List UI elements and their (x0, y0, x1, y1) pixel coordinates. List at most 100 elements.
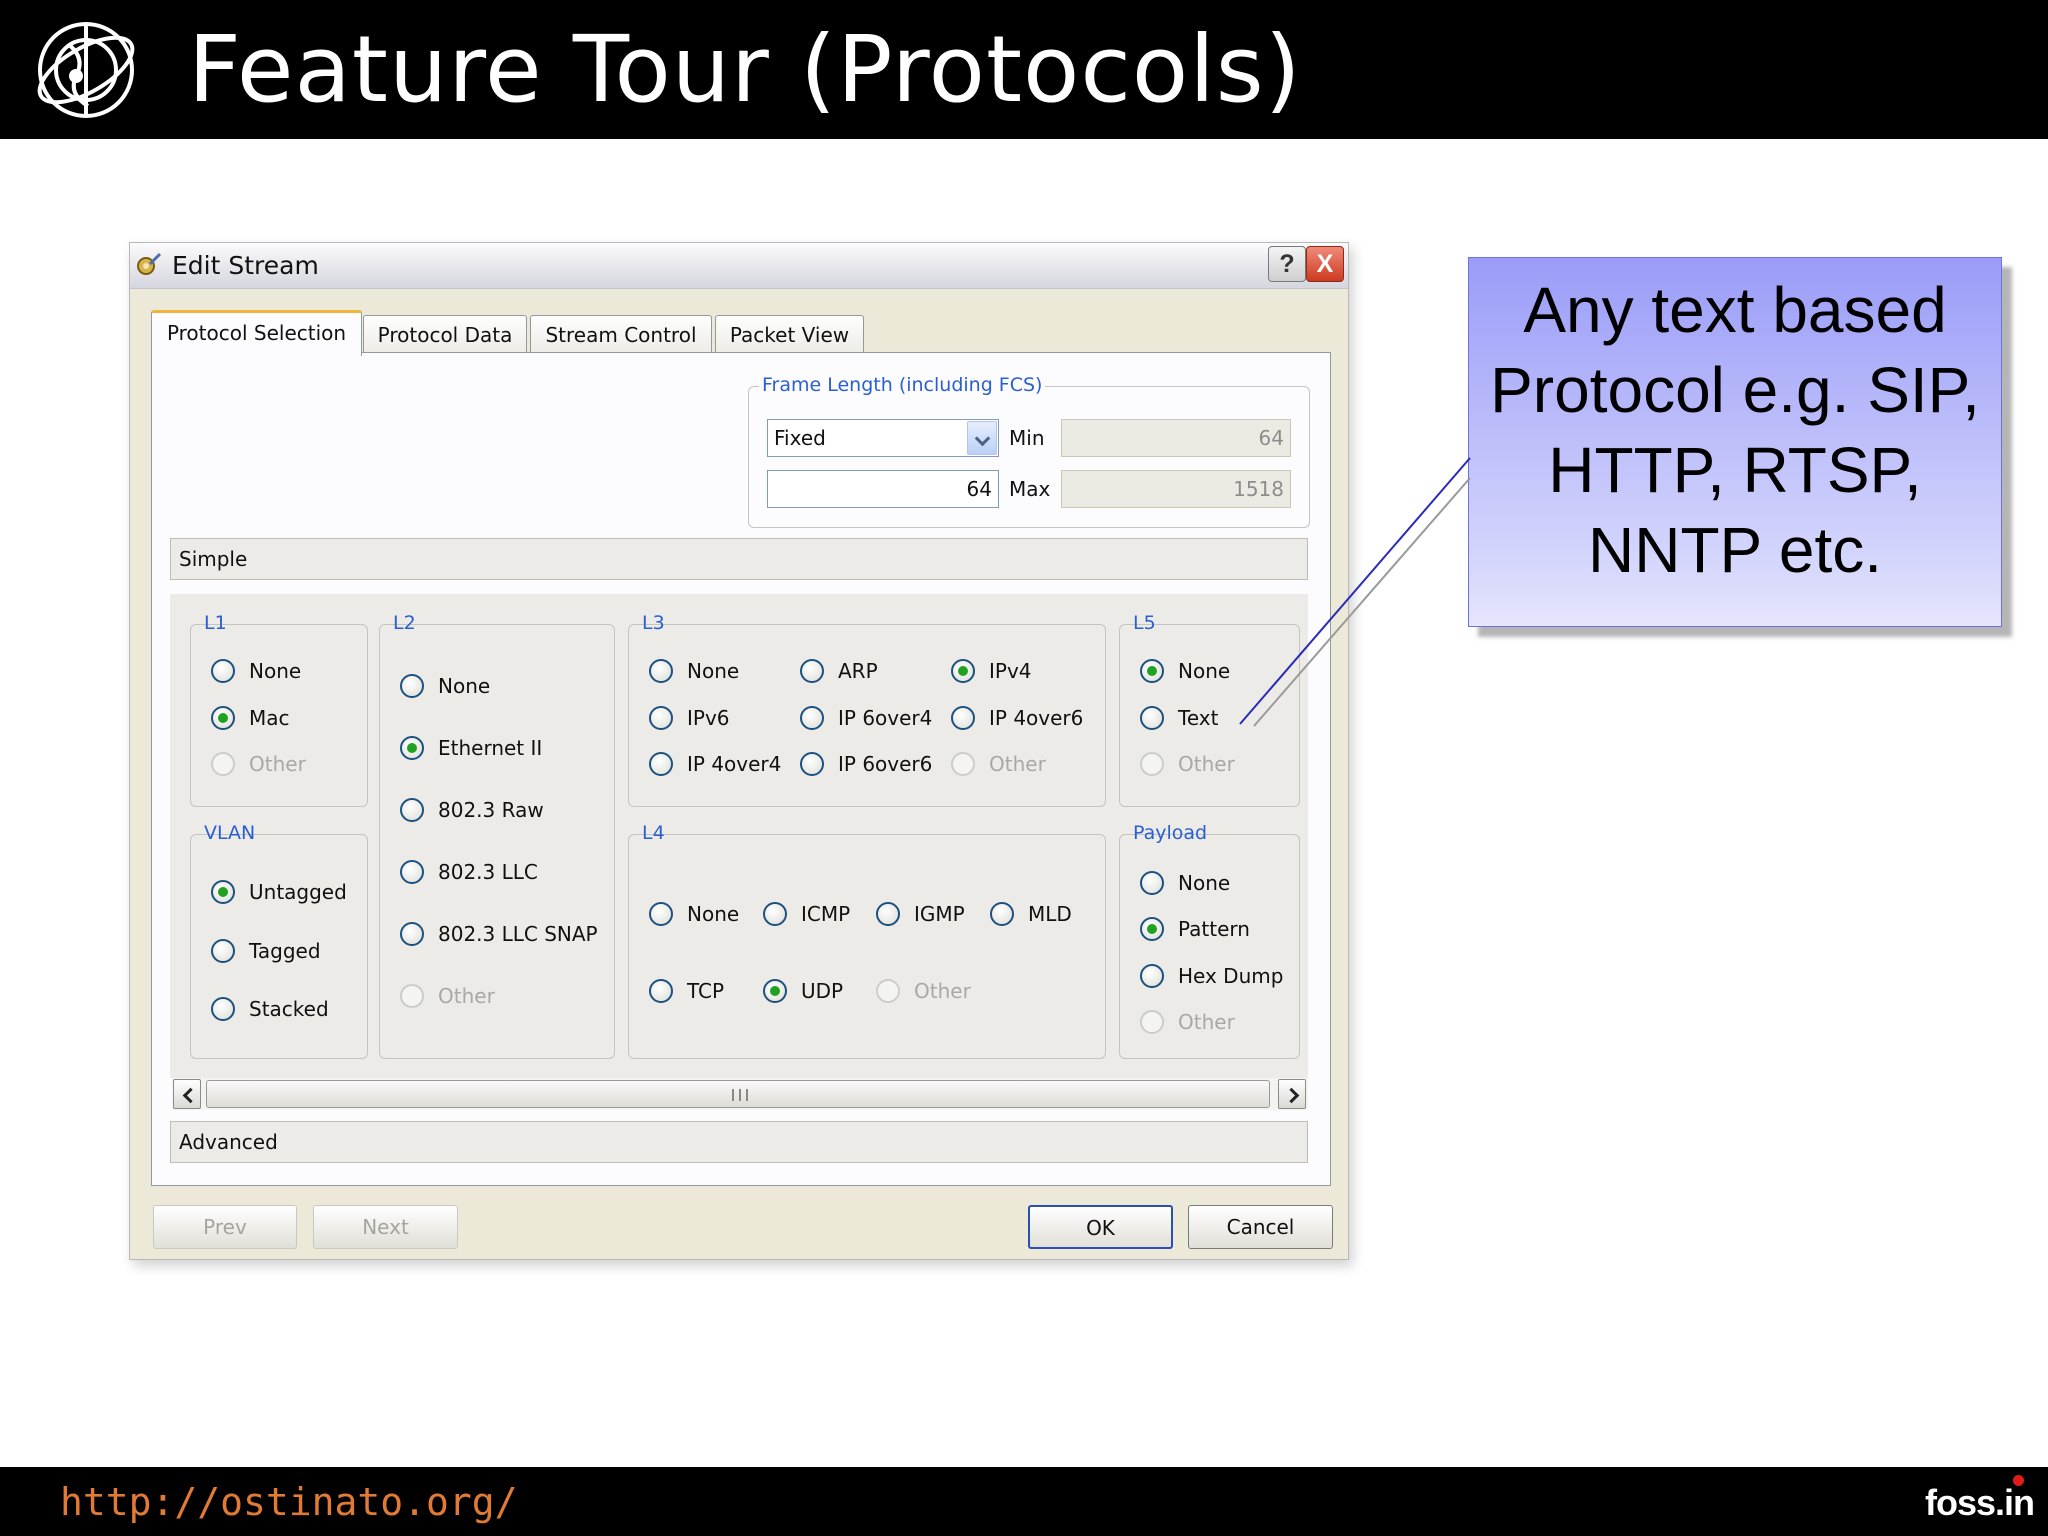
arrow-left-icon[interactable] (173, 1079, 201, 1109)
horizontal-scrollbar[interactable] (172, 1078, 1308, 1110)
l1-label: L1 (204, 612, 227, 634)
callout-line-4: NNTP etc. (1588, 514, 1882, 586)
radio-circle (1140, 964, 1164, 988)
radio-circle (211, 659, 235, 683)
l2-802-3-llc-snap-radio[interactable]: 802.3 LLC SNAP (400, 922, 598, 946)
slide-footer: http://ostinato.org/ foss.in (0, 1467, 2048, 1536)
radio-circle (1140, 752, 1164, 776)
radio-label: UDP (801, 979, 844, 1003)
vlan-stacked-radio[interactable]: Stacked (211, 997, 329, 1021)
tab-protocol-data[interactable]: Protocol Data (363, 315, 527, 355)
l3-none-radio[interactable]: None (649, 659, 739, 683)
radio-circle (400, 922, 424, 946)
arrow-right-icon[interactable] (1278, 1079, 1306, 1109)
frame-length-mode-value: Fixed (774, 426, 826, 450)
payload-other-radio: Other (1140, 1010, 1235, 1034)
radio-circle (951, 659, 975, 683)
frame-length-mode-select[interactable]: Fixed (767, 419, 999, 457)
radio-circle (211, 880, 235, 904)
l1-mac-radio[interactable]: Mac (211, 706, 290, 730)
radio-label: IP 6over4 (838, 706, 933, 730)
dialog-titlebar[interactable]: Edit Stream ? X (130, 243, 1348, 289)
radio-circle (211, 997, 235, 1021)
payload-hex-dump-radio[interactable]: Hex Dump (1140, 964, 1283, 988)
chevron-down-icon[interactable] (967, 421, 997, 455)
radio-label: Pattern (1178, 917, 1250, 941)
l4-icmp-radio[interactable]: ICMP (763, 902, 850, 926)
l4-udp-radio[interactable]: UDP (763, 979, 843, 1003)
tab-stream-control[interactable]: Stream Control (530, 315, 712, 355)
radio-label: Untagged (249, 880, 347, 904)
ostinato-logo-icon (37, 22, 135, 118)
radio-label: Tagged (249, 939, 321, 963)
l3-ip-6over4-radio[interactable]: IP 6over4 (800, 706, 932, 730)
radio-circle (951, 706, 975, 730)
l4-tcp-radio[interactable]: TCP (649, 979, 724, 1003)
radio-circle (951, 752, 975, 776)
radio-circle (649, 979, 673, 1003)
radio-label: None (249, 659, 302, 683)
cancel-button[interactable]: Cancel (1188, 1205, 1333, 1249)
radio-circle (400, 860, 424, 884)
radio-circle (649, 902, 673, 926)
radio-label: None (438, 674, 491, 698)
vlan-tagged-radio[interactable]: Tagged (211, 939, 321, 963)
payload-pattern-radio[interactable]: Pattern (1140, 917, 1250, 941)
help-button[interactable]: ? (1268, 246, 1306, 282)
l5-label: L5 (1133, 612, 1156, 634)
radio-label: None (1178, 871, 1231, 895)
simple-section-toggle[interactable]: Simple (170, 538, 1308, 580)
l2-802-3-llc-radio[interactable]: 802.3 LLC (400, 860, 538, 884)
radio-circle (763, 902, 787, 926)
radio-label: Other (249, 752, 306, 776)
scrollbar-thumb[interactable] (206, 1080, 1270, 1108)
footer-url-link[interactable]: http://ostinato.org/ (60, 1479, 518, 1525)
next-button: Next (313, 1205, 458, 1249)
l3-ipv4-radio[interactable]: IPv4 (951, 659, 1032, 683)
radio-circle (400, 674, 424, 698)
radio-label: None (687, 659, 740, 683)
l1-none-radio[interactable]: None (211, 659, 301, 683)
l4-mld-radio[interactable]: MLD (990, 902, 1072, 926)
l2-ethernet-ii-radio[interactable]: Ethernet II (400, 736, 542, 760)
payload-none-radio[interactable]: None (1140, 871, 1230, 895)
l4-none-radio[interactable]: None (649, 902, 739, 926)
l4-other-radio: Other (876, 979, 971, 1003)
radio-label: Other (438, 984, 495, 1008)
logo-dot-icon (2013, 1475, 2024, 1486)
l3-ipv6-radio[interactable]: IPv6 (649, 706, 730, 730)
slide-title: Feature Tour (Protocols) (188, 16, 1302, 123)
radio-label: Other (1178, 752, 1235, 776)
radio-label: ICMP (801, 902, 851, 926)
max-field: 1518 (1061, 470, 1291, 508)
min-field: 64 (1061, 419, 1291, 457)
radio-label: Ethernet II (438, 736, 543, 760)
l2-802-3-raw-radio[interactable]: 802.3 Raw (400, 798, 544, 822)
close-button[interactable]: X (1306, 246, 1344, 282)
l5-none-radio[interactable]: None (1140, 659, 1230, 683)
ok-button[interactable]: OK (1028, 1205, 1173, 1249)
radio-circle (1140, 1010, 1164, 1034)
l5-other-radio: Other (1140, 752, 1235, 776)
radio-circle (990, 902, 1014, 926)
max-label: Max (1009, 477, 1051, 501)
tab-packet-view[interactable]: Packet View (715, 315, 864, 355)
callout-line-1: Any text based (1523, 274, 1947, 346)
l4-group: L4 (628, 822, 1106, 1059)
vlan-untagged-radio[interactable]: Untagged (211, 880, 347, 904)
l3-arp-radio[interactable]: ARP (800, 659, 878, 683)
edit-stream-icon (137, 252, 162, 275)
radio-label: None (1178, 659, 1231, 683)
radio-circle (876, 902, 900, 926)
advanced-section-toggle[interactable]: Advanced (170, 1121, 1308, 1163)
l3-ip-4over4-radio[interactable]: IP 4over4 (649, 752, 781, 776)
tab-protocol-selection[interactable]: Protocol Selection (151, 310, 362, 356)
l4-igmp-radio[interactable]: IGMP (876, 902, 965, 926)
l3-ip-4over6-radio[interactable]: IP 4over6 (951, 706, 1083, 730)
l5-text-radio[interactable]: Text (1140, 706, 1218, 730)
l3-ip-6over6-radio[interactable]: IP 6over6 (800, 752, 932, 776)
radio-circle (211, 752, 235, 776)
slide-header: Feature Tour (Protocols) (0, 0, 2048, 139)
l2-none-radio[interactable]: None (400, 674, 490, 698)
frame-length-field[interactable]: 64 (767, 470, 999, 508)
